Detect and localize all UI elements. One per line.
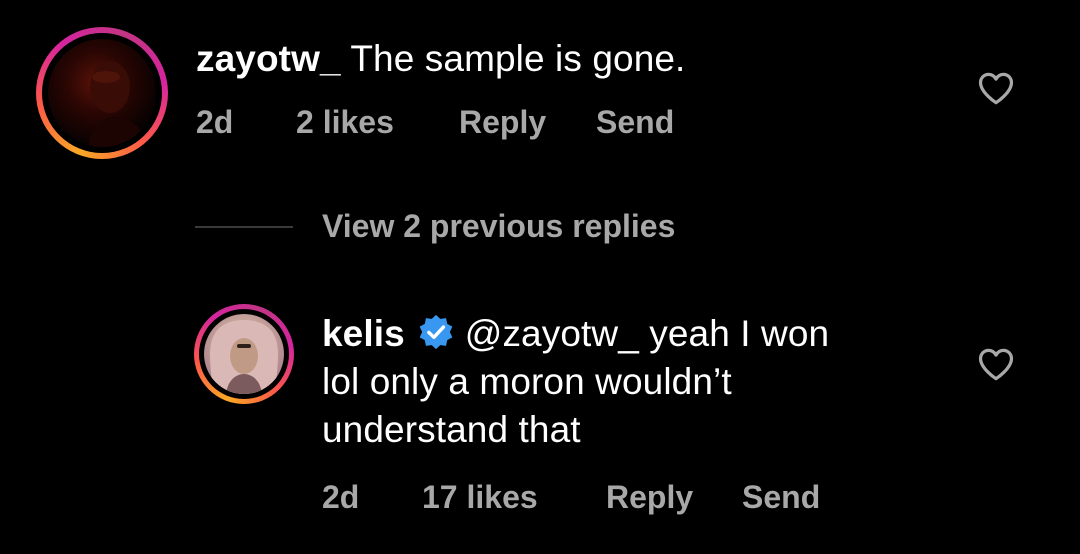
reply-button[interactable]: Reply [606,479,693,516]
heart-icon[interactable] [977,71,1015,105]
heart-icon[interactable] [977,347,1015,381]
comment-likes-count[interactable]: 2 likes [296,104,394,141]
reply-timestamp: 2d [322,479,360,515]
send-button[interactable]: Send [742,479,820,516]
verified-badge-icon [419,314,453,350]
avatar-ring-gap [42,33,162,153]
reply-text-line-3: understand that [322,409,581,450]
avatar-photo [48,39,156,147]
avatar-ring-gap [199,309,289,399]
avatar-photo [204,314,284,394]
comment-timestamp: 2d [196,104,234,140]
avatar-portrait-icon [210,320,278,394]
reply-text-line-1: yeah I won [649,313,830,354]
comment-username[interactable]: zayotw_ [196,38,341,79]
send-button[interactable]: Send [596,104,674,141]
reply-body: kelis @zayotw_ yeah I won lol only a mor… [322,310,962,454]
commenter-avatar-zayotw[interactable] [36,27,168,159]
reply-text-line-2: lol only a moron wouldn’t [322,361,732,402]
mention-link[interactable]: @zayotw_ [465,313,639,354]
reply-likes-count[interactable]: 17 likes [422,479,538,516]
comment-meta-row: 2d 2 likes Reply Send [196,104,716,144]
commenter-avatar-kelis[interactable] [194,304,294,404]
view-previous-replies-button[interactable]: View 2 previous replies [322,208,675,245]
reply-button[interactable]: Reply [459,104,546,141]
replies-divider [195,226,293,228]
reply-meta-row: 2d 17 likes Reply Send [322,479,862,519]
comment-body: zayotw_ The sample is gone. [196,35,685,83]
reply-line-1: kelis @zayotw_ yeah I won [322,310,962,358]
comment-text: The sample is gone. [350,38,686,79]
avatar-portrait-icon [88,61,148,147]
reply-username[interactable]: kelis [322,313,405,354]
